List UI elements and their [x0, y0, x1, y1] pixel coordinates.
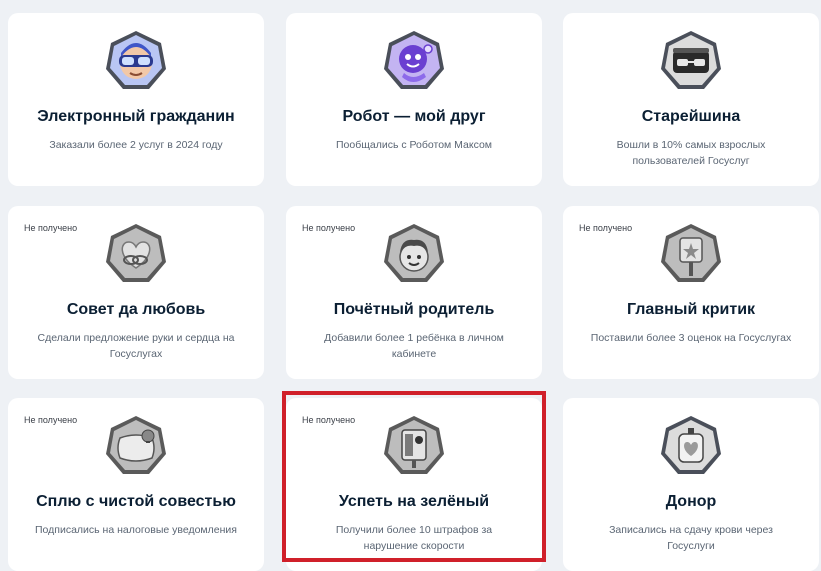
achievement-title: Успеть на зелёный: [338, 493, 490, 510]
achievement-card-elder[interactable]: Старейшина Вошли в 10% самых взрослых по…: [563, 13, 819, 186]
achievement-description: Получили более 10 штрафов за нарушение с…: [335, 524, 493, 552]
vr-headset-citizen-icon: [104, 29, 168, 93]
achievement-title: Донор: [665, 493, 717, 510]
blood-bag-icon: [659, 414, 723, 478]
achievement-status: Не получено: [24, 415, 78, 425]
achievement-title: Главный критик: [626, 301, 756, 318]
achievement-title: Совет да любовь: [66, 301, 206, 318]
achievement-description: Записались на сдачу крови через Госуслуг…: [609, 524, 773, 552]
speed-camera-icon: [382, 414, 446, 478]
child-face-icon: [382, 222, 446, 286]
achievement-status: Не получено: [302, 415, 356, 425]
achievement-card-donor[interactable]: Донор Записались на сдачу крови через Го…: [563, 398, 819, 571]
achievement-description: Сделали предложение руки и сердца на Гос…: [37, 332, 235, 360]
wedding-rings-heart-icon: [104, 222, 168, 286]
achievement-description: Пообщались с Роботом Максом: [335, 139, 493, 151]
achievement-description: Поставили более 3 оценок на Госуслугах: [590, 332, 792, 344]
achievement-card-robot-friend[interactable]: Робот — мой друг Пообщались с Роботом Ма…: [286, 13, 542, 186]
achievement-description: Добавили более 1 ребёнка в личном кабине…: [324, 332, 504, 360]
achievement-card-main-critic[interactable]: Не получено Главный критик Поставили бол…: [563, 206, 819, 379]
pillow-bell-icon: [104, 414, 168, 478]
achievement-title: Робот — мой друг: [342, 108, 486, 125]
achievement-status: Не получено: [302, 223, 356, 233]
achievement-title: Почётный родитель: [333, 301, 495, 318]
achievement-card-clear-conscience[interactable]: Не получено Сплю с чистой совестью Подпи…: [8, 398, 264, 571]
achievement-title: Сплю с чистой совестью: [36, 493, 236, 510]
achievement-description: Подписались на налоговые уведомления: [35, 524, 237, 536]
achievement-description: Вошли в 10% самых взрослых пользователей…: [616, 139, 766, 167]
achievement-card-love-advice[interactable]: Не получено Совет да любовь Сделали пред…: [8, 206, 264, 379]
elder-glasses-icon: [659, 29, 723, 93]
achievement-status: Не получено: [579, 223, 633, 233]
achievements-grid: Электронный гражданин Заказали более 2 у…: [0, 0, 821, 571]
achievement-card-catch-green[interactable]: Не получено Успеть на зелёный Получили б…: [286, 398, 542, 571]
achievement-title: Старейшина: [641, 108, 741, 125]
achievement-card-honorary-parent[interactable]: Не получено Почётный родитель Добавили б…: [286, 206, 542, 379]
star-sign-icon: [659, 222, 723, 286]
achievement-description: Заказали более 2 услуг в 2024 году: [49, 139, 223, 151]
achievement-status: Не получено: [24, 223, 78, 233]
robot-max-icon: [382, 29, 446, 93]
achievement-card-electronic-citizen[interactable]: Электронный гражданин Заказали более 2 у…: [8, 13, 264, 186]
achievement-title: Электронный гражданин: [37, 108, 235, 125]
